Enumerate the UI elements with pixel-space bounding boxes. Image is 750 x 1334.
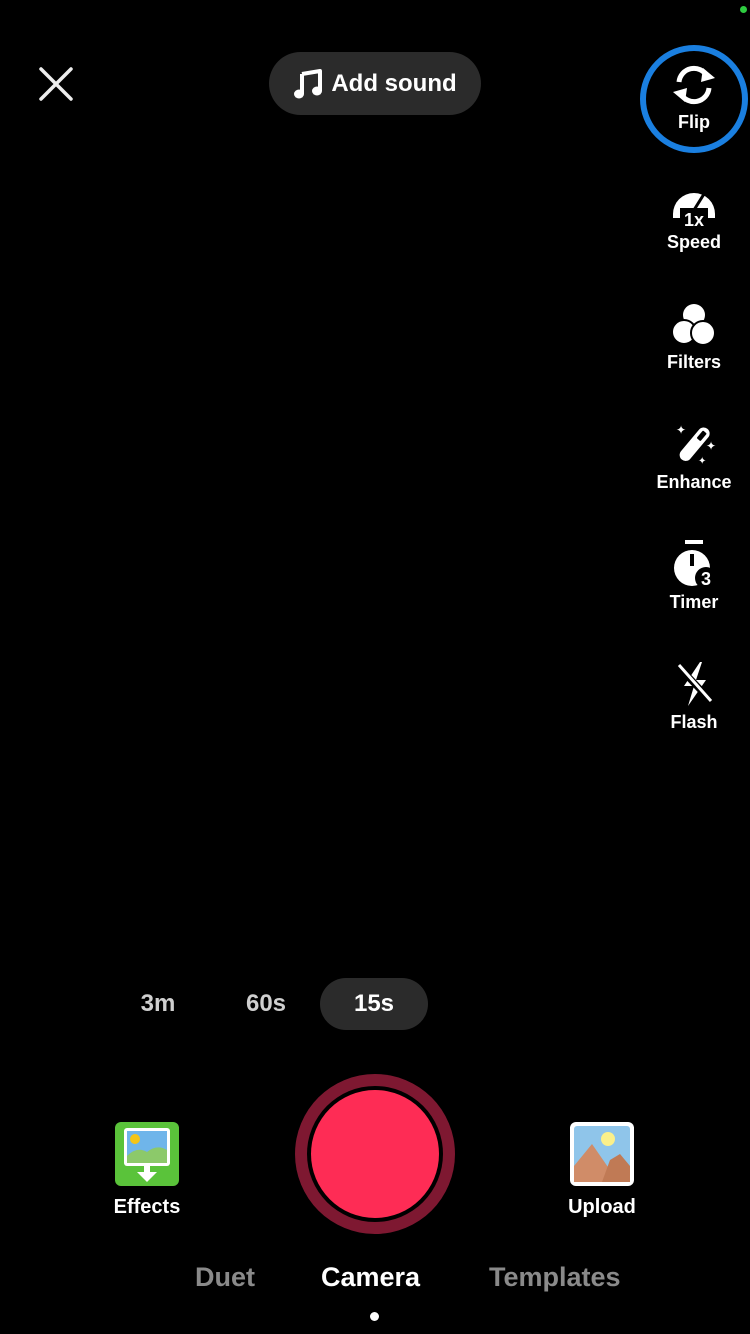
flip-label: Flip — [678, 112, 710, 132]
speed-button[interactable]: 1x Speed — [639, 182, 749, 253]
gallery-icon — [570, 1122, 634, 1186]
svg-text:✦: ✦ — [676, 423, 686, 437]
duration-selector: 3m 60s 15s — [104, 978, 428, 1030]
mode-tabs: Duet Camera Templates — [0, 1262, 750, 1302]
filters-icon — [671, 304, 716, 346]
add-sound-button[interactable]: Add sound — [269, 52, 481, 115]
effects-icon — [115, 1122, 179, 1186]
tab-templates[interactable]: Templates — [489, 1262, 621, 1293]
filters-button[interactable]: Filters — [639, 302, 749, 373]
close-button[interactable] — [36, 64, 76, 104]
record-button[interactable] — [295, 1074, 455, 1234]
flip-button[interactable]: Flip — [639, 62, 749, 133]
flip-camera-icon — [673, 65, 715, 105]
timer-button[interactable]: 3 Timer — [639, 540, 749, 613]
close-icon — [39, 67, 73, 101]
status-indicator — [740, 6, 747, 13]
effects-button[interactable]: Effects — [107, 1122, 187, 1219]
active-mode-indicator — [370, 1312, 379, 1321]
flash-button[interactable]: Flash — [639, 660, 749, 733]
add-sound-label: Add sound — [331, 69, 457, 97]
timer-label: Timer — [669, 592, 719, 612]
enhance-label: Enhance — [656, 472, 732, 492]
duration-60s[interactable]: 60s — [212, 978, 320, 1030]
timer-badge: 3 — [701, 569, 711, 588]
tab-camera[interactable]: Camera — [321, 1262, 420, 1293]
duration-15s[interactable]: 15s — [320, 978, 428, 1030]
flash-label: Flash — [670, 712, 718, 732]
svg-text:✦: ✦ — [698, 456, 706, 467]
tab-duet[interactable]: Duet — [195, 1262, 255, 1293]
speed-label: Speed — [666, 232, 722, 252]
speed-gauge-icon: 1x — [673, 192, 715, 228]
enhance-button[interactable]: ✦ ✦ ✦ Enhance — [639, 422, 749, 493]
timer-icon: 3 — [674, 540, 717, 588]
filters-label: Filters — [666, 352, 722, 372]
record-inner — [311, 1090, 439, 1218]
duration-3m[interactable]: 3m — [104, 978, 212, 1030]
flash-off-icon — [675, 662, 715, 706]
upload-label: Upload — [568, 1196, 636, 1218]
upload-button[interactable]: Upload — [562, 1122, 642, 1219]
svg-text:✦: ✦ — [706, 439, 716, 453]
music-note-icon — [294, 68, 323, 98]
magic-wand-icon: ✦ ✦ ✦ — [676, 423, 716, 467]
speed-badge: 1x — [684, 210, 704, 228]
effects-label: Effects — [113, 1196, 181, 1218]
